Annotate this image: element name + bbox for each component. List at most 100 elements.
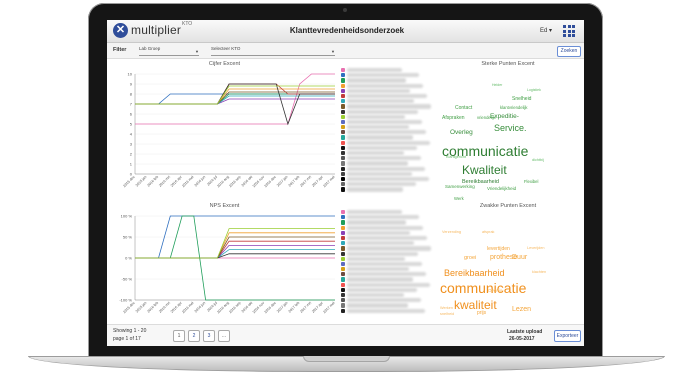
wordcloud-word: Afspraken — [442, 115, 465, 121]
legend-swatch — [341, 225, 345, 230]
group-select-value: Lab Groep — [139, 46, 161, 51]
export-button[interactable]: Exporteer — [554, 330, 581, 342]
legend-row-blurred — [347, 83, 423, 88]
legend-row-blurred — [347, 287, 417, 292]
upload-date: 26-05-2017 — [509, 336, 535, 342]
kto-select[interactable]: Selecteer KTO ▼ — [211, 46, 335, 56]
app-screen: ✕ multiplier KTO Klanttevredenheidsonder… — [107, 20, 584, 346]
legend-row-blurred — [347, 161, 408, 166]
x-tick-label: 2017 mei — [322, 301, 335, 314]
y-tick-label: 2 — [130, 152, 133, 157]
series-line-8 — [135, 253, 335, 259]
x-tick-label: 2015 jan — [135, 301, 148, 314]
wordcloud-word: levertijden — [487, 246, 510, 252]
wordcloud-word: Werken — [440, 306, 454, 310]
legend-row-blurred — [347, 119, 422, 125]
legend-row-blurred — [347, 156, 421, 161]
legend-swatch — [341, 267, 345, 272]
legend-row-blurred — [347, 93, 427, 99]
legend-row-blurred — [347, 251, 418, 256]
legend-row-blurred — [347, 99, 414, 104]
legend-row-blurred — [347, 230, 410, 235]
page-button-3[interactable]: 3 — [203, 330, 215, 342]
legend-swatch — [341, 109, 345, 114]
legend-swatch — [341, 161, 345, 166]
x-tick-label: 2016 sep — [228, 175, 241, 188]
apps-grid-icon[interactable] — [563, 25, 575, 37]
legend-row-blurred — [347, 261, 422, 267]
legend-row-blurred — [347, 298, 421, 303]
x-tick-label: 2016 dec — [264, 301, 277, 314]
x-tick-label: 2016 feb — [147, 175, 160, 188]
page-button-2[interactable]: 2 — [188, 330, 200, 342]
x-tick-label: 2017 mrt — [299, 175, 312, 188]
x-tick-label: 2016 sep — [228, 301, 241, 314]
legend-swatch — [341, 261, 345, 267]
x-tick-label: 2017 feb — [288, 301, 301, 314]
search-button[interactable]: Zoeken — [557, 46, 581, 57]
wordcloud-title-weak: Zwakke Punten Excent — [479, 203, 537, 209]
legend-row-blurred — [347, 140, 430, 145]
legend-swatch — [341, 93, 345, 99]
legend-row-blurred — [347, 166, 425, 171]
wordcloud-strong: communicatie Kwaliteit Service. Expeditie- O… — [432, 68, 584, 201]
wordcloud-word: afsprak — [482, 230, 495, 234]
legend-swatch — [341, 88, 345, 93]
y-tick-label: 50 % — [123, 235, 133, 240]
legend-row-blurred — [347, 176, 429, 182]
legend-row-blurred — [347, 308, 425, 313]
legend-swatch — [341, 277, 345, 282]
cijfer-line-chart: 0123456789102015 dec 2015 jan 2016 feb2016… — [122, 72, 335, 189]
legend-swatch — [341, 130, 345, 135]
page-button-more[interactable]: ... — [218, 330, 230, 342]
wordcloud-word: Snelheid — [512, 96, 532, 102]
y-tick-label: 6 — [130, 112, 133, 117]
legend-row-blurred — [347, 104, 431, 109]
legend-row-blurred — [347, 182, 416, 187]
x-tick-label: 2016 aug — [216, 175, 229, 188]
chevron-down-icon: ▼ — [331, 49, 335, 54]
legend-swatch — [341, 83, 345, 88]
legend-swatch — [341, 293, 345, 298]
camera-icon — [343, 8, 347, 12]
legend-swatch — [341, 282, 345, 287]
page-button-1[interactable]: 1 — [173, 330, 185, 342]
wordcloud-word: dichtbij — [532, 158, 544, 162]
x-tick-label: 2015 jan — [135, 175, 148, 188]
page-indicator: page 1 of 17 — [113, 336, 141, 342]
legend-swatch — [341, 99, 345, 104]
legend-swatch — [341, 272, 345, 277]
logo-text[interactable]: multiplier — [131, 23, 181, 37]
wordcloud-word: Kwaliteit — [462, 163, 507, 177]
wordcloud-word: Service. — [494, 123, 527, 133]
x-tick-label: 2016 feb — [147, 301, 160, 314]
legend-row-blurred — [347, 293, 404, 298]
x-tick-label: 2017 jan — [276, 301, 289, 314]
wordcloud-word: Flexibel — [524, 179, 539, 184]
wordcloud-word: snelheid — [440, 312, 455, 316]
group-select[interactable]: Lab Groep ▼ — [139, 46, 199, 56]
filter-label: Filter — [113, 47, 127, 53]
wordcloud-word: communicatie — [440, 280, 527, 296]
series-line-4 — [135, 245, 335, 259]
legend-swatch — [341, 215, 345, 220]
user-menu[interactable]: Ed ▾ — [540, 27, 552, 34]
legend-swatch — [341, 251, 345, 256]
x-tick-label: 2016 jun — [194, 301, 207, 314]
legend-row-blurred — [347, 210, 402, 215]
kto-select-value: Selecteer KTO — [211, 46, 241, 51]
x-tick-label: 2016 mei — [181, 175, 194, 188]
legend-row-blurred — [347, 277, 413, 282]
logo-icon[interactable]: ✕ — [113, 23, 128, 38]
wordcloud-word: Helder — [492, 83, 503, 87]
wordcloud-word: Samenwerking — [445, 184, 475, 189]
wordcloud-word: Bereikbaarheid — [444, 268, 505, 278]
legend-swatch — [341, 104, 345, 109]
y-tick-label: 4 — [130, 132, 133, 137]
wordcloud-word: Klantgericht — [446, 155, 467, 159]
x-tick-label: 2017 mrt — [299, 301, 312, 314]
upload-label: Laatste upload — [507, 329, 543, 335]
legend-swatch — [341, 220, 345, 225]
legend-row-blurred — [347, 215, 419, 220]
legend-swatch — [341, 303, 345, 308]
